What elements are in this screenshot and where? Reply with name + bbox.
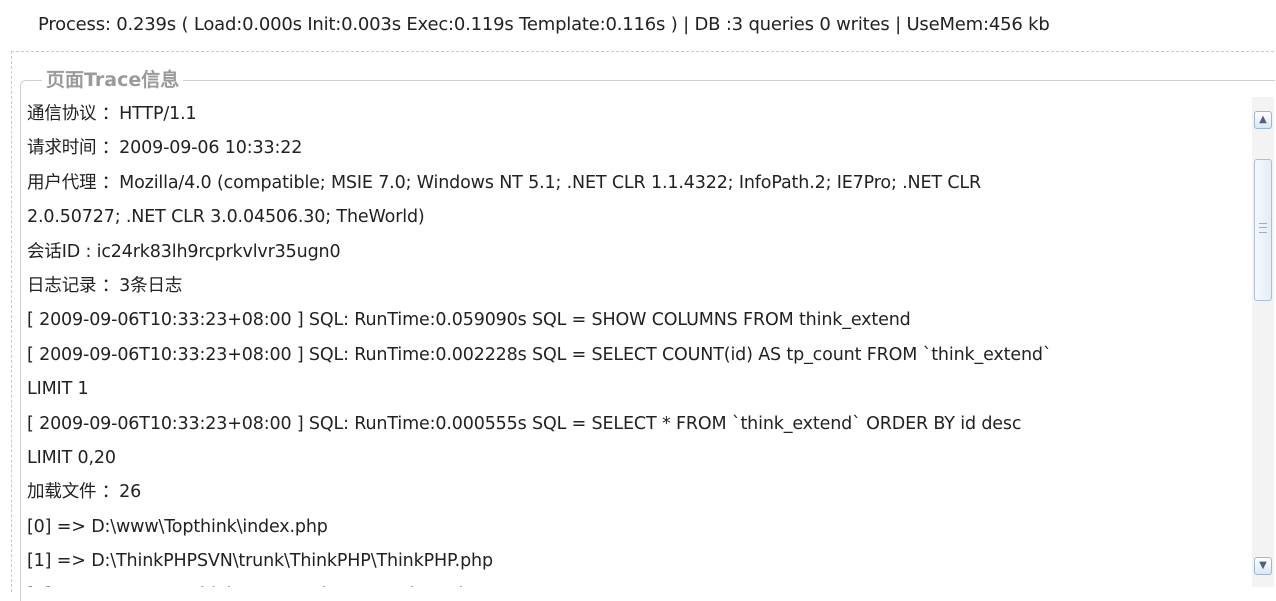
trace-line-user-agent-cont: 2.0.50727; .NET CLR 3.0.04506.30; TheWor… <box>27 207 425 228</box>
trace-line-file-0: [0] => D:\www\Topthink\index.php <box>27 516 328 537</box>
trace-line-file-1: [1] => D:\ThinkPHPSVN\trunk\ThinkPHP\Thi… <box>27 551 493 572</box>
vertical-scrollbar[interactable]: ▲ ▼ <box>1252 97 1274 587</box>
scroll-up-icon[interactable]: ▲ <box>1254 111 1272 129</box>
scrollbar-thumb[interactable] <box>1254 159 1272 301</box>
trace-line-protocol: 通信协议 ：HTTP/1.1 <box>27 104 197 124</box>
trace-line-loaded-files: 加载文件 ：26 <box>27 482 142 503</box>
trace-line-sql-1: [ 2009-09-06T10:33:23+08:00 ] SQL: RunTi… <box>27 310 911 331</box>
trace-legend: 页面Trace信息 <box>42 66 184 94</box>
trace-line-file-2: [2] => D:\www\Topthink\App\Runtime\~runt… <box>27 578 1247 587</box>
trace-line-user-agent: 用户代理 ：Mozilla/4.0 (compatible; MSIE 7.0;… <box>27 172 982 193</box>
trace-line-sql-2-cont: LIMIT 1 <box>27 379 89 400</box>
trace-line-sql-3-cont: LIMIT 0,20 <box>27 447 116 468</box>
trace-line-request-time: 请求时间 ：2009-09-06 10:33:22 <box>27 138 303 159</box>
trace-line-log-count: 日志记录 ：3条日志 <box>27 275 183 296</box>
trace-line-sql-3: [ 2009-09-06T10:33:23+08:00 ] SQL: RunTi… <box>27 413 1022 434</box>
trace-line-session-id: 会话ID : ic24rk83lh9rcprkvlvr35ugn0 <box>27 241 341 262</box>
scroll-down-icon[interactable]: ▼ <box>1254 557 1272 575</box>
trace-line-sql-2: [ 2009-09-06T10:33:23+08:00 ] SQL: RunTi… <box>27 344 1052 365</box>
process-summary: Process: 0.239s ( Load:0.000s Init:0.003… <box>38 14 1050 35</box>
trace-content[interactable]: 通信协议 ：HTTP/1.1 请求时间 ：2009-09-06 10:33:22… <box>27 97 1247 587</box>
grip-icon <box>1259 223 1267 233</box>
